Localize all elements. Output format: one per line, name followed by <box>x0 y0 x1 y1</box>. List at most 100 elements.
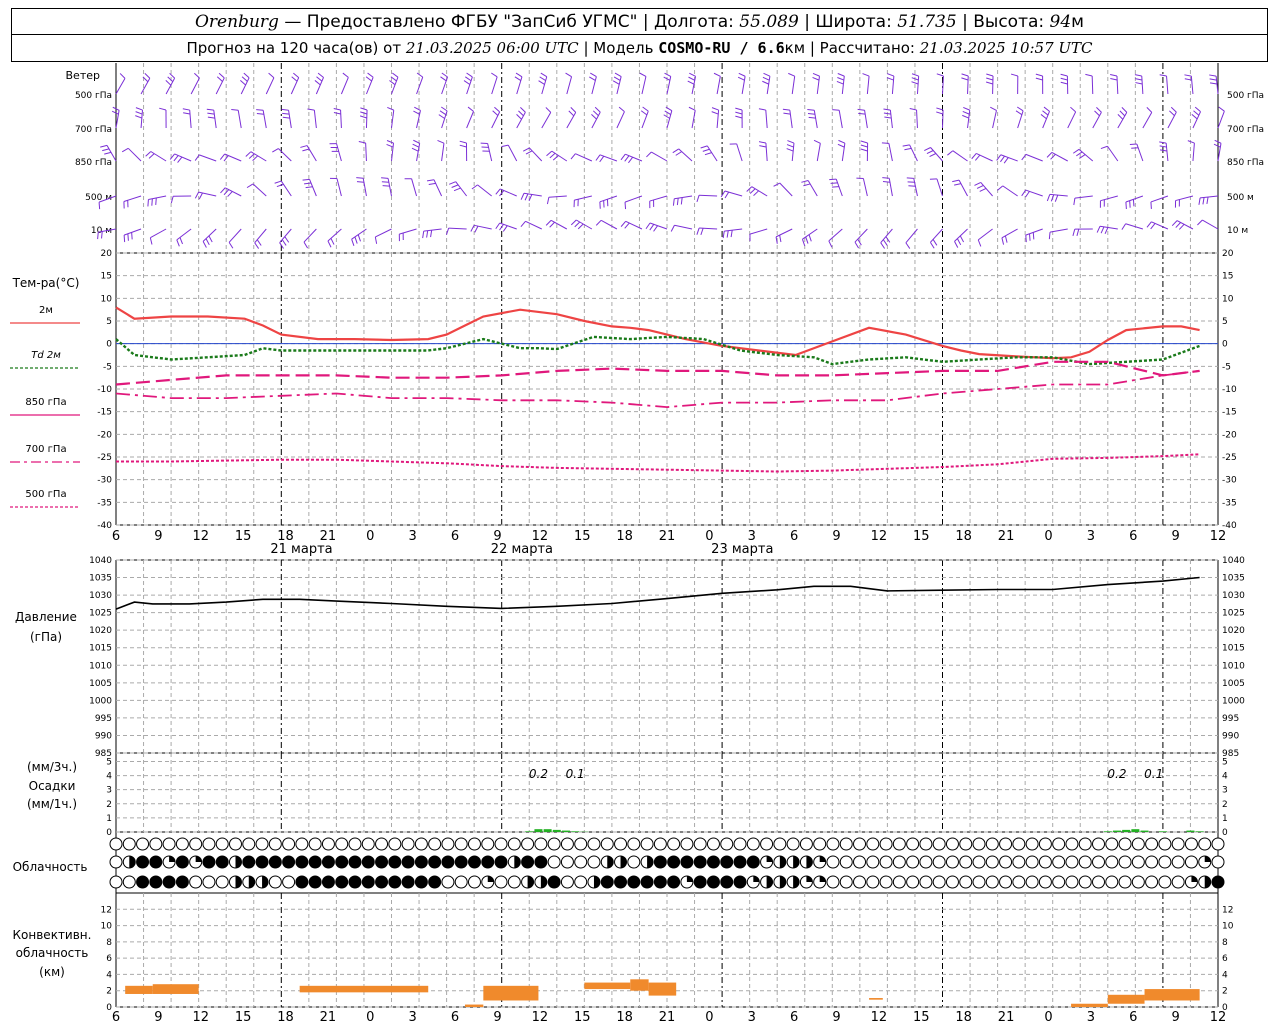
cloud-cover-symbol <box>175 837 189 851</box>
wind-barb-flag <box>314 80 321 86</box>
wind-barb-staff <box>550 219 568 230</box>
wind-barb-flag <box>832 109 840 111</box>
cloud-cover-symbol <box>467 855 481 869</box>
cloud-circle <box>215 855 229 869</box>
wind-barb-staff <box>930 228 943 243</box>
cloud-cover-symbol <box>667 855 681 869</box>
wind-barb-flag <box>227 191 233 197</box>
wind-barb-flag <box>449 181 456 185</box>
wind-barb-flag <box>711 107 719 111</box>
wind-barb-flag <box>165 79 172 86</box>
wind-barb-flag <box>962 110 970 115</box>
precip-tick-left: 4 <box>106 772 112 782</box>
time-tick-label: 12 <box>1210 529 1227 544</box>
wind-barb-staff <box>765 110 768 129</box>
cloud-cover-symbol <box>786 855 800 869</box>
temp-tick-left: -5 <box>103 362 112 372</box>
wind-barb-staff <box>466 111 474 129</box>
precip-bar <box>534 829 543 832</box>
wind-barb-staff <box>127 147 142 162</box>
cloud-circle <box>441 837 455 851</box>
wind-barb-staff <box>448 227 467 230</box>
wind-barb-flag <box>1121 223 1127 230</box>
cloud-cover-symbol <box>375 855 389 869</box>
wind-level-right: 500 гПа <box>1227 91 1264 101</box>
temp-tick-right: -10 <box>1222 385 1237 395</box>
wind-barb-flag <box>173 155 179 162</box>
wind-barb-flag <box>909 107 917 111</box>
wind-barb-flag <box>467 106 474 112</box>
time-tick-label: 12 <box>871 1010 888 1024</box>
cloud-circle <box>906 837 920 851</box>
cloud-circle <box>680 855 694 869</box>
wind-barb-flag <box>936 73 944 77</box>
wind-barb-flag <box>961 73 969 77</box>
cloud-cover-symbol <box>1158 855 1172 869</box>
wind-barb-flag <box>1072 228 1076 236</box>
wind-barb-staff <box>1074 195 1093 199</box>
cloud-circle <box>879 875 893 889</box>
cloud-circle <box>534 855 548 869</box>
wind-barb-flag <box>696 227 700 235</box>
cloud-cover-symbol <box>1092 855 1106 869</box>
wind-level-left: 500 гПа <box>75 91 112 101</box>
cloud-cover-symbol <box>879 875 893 889</box>
wind-barb-flag <box>101 231 103 239</box>
wind-barb-flag <box>1016 106 1024 112</box>
wind-barb-flag <box>1213 143 1221 148</box>
cloud-circle <box>401 855 415 869</box>
time-tick-label: 15 <box>574 529 591 544</box>
wind-barb-staff <box>1100 195 1118 202</box>
cloud-circle <box>481 837 495 851</box>
cloud-cover-symbol <box>481 875 495 889</box>
conv-cloud-bar <box>125 985 153 994</box>
wind-barb-flag <box>653 225 658 232</box>
wind-barb-staff <box>1166 76 1169 95</box>
wind-barb-staff <box>862 178 868 197</box>
wind-barb-staff <box>441 143 445 162</box>
wind-barb-flag <box>628 156 634 164</box>
wind-barb-flag <box>753 190 759 196</box>
wind-barb-staff <box>967 75 969 95</box>
cloud-cover-symbol <box>720 875 734 889</box>
wind-barb-flag <box>954 183 962 186</box>
wind-barb-flag <box>594 106 601 113</box>
pressure-tick-right: 1040 <box>1222 556 1245 566</box>
cloud-cover-symbol <box>1038 875 1052 889</box>
wind-barb-flag <box>904 147 912 151</box>
cloud-cover-symbol <box>547 855 561 869</box>
cloud-quarter-fill <box>819 856 826 862</box>
wind-barb-staff <box>889 110 893 129</box>
wind-barb-flag <box>514 76 522 82</box>
cloud-circle <box>441 855 455 869</box>
cloud-circle <box>401 837 415 851</box>
cloud-circle <box>667 875 681 889</box>
wind-barb-flag <box>807 109 815 111</box>
wind-barb-staff <box>816 143 821 162</box>
wind-barb-staff <box>699 194 718 197</box>
wind-barb-flag <box>281 239 287 246</box>
cloud-cover-symbol <box>1012 837 1026 851</box>
wind-barb-flag <box>1159 141 1167 144</box>
wind-level-right: 10 м <box>1227 226 1248 236</box>
wind-barb-flag <box>1010 73 1018 77</box>
conv-cloud-bar <box>869 998 883 1000</box>
time-tick-label: 18 <box>277 1010 294 1024</box>
wind-barb-staff <box>749 228 768 235</box>
wind-barb-flag <box>342 72 349 78</box>
wind-barb-flag <box>724 191 730 199</box>
precip-bar <box>552 829 561 832</box>
temp-tick-right: -25 <box>1222 453 1237 463</box>
cloud-cover-symbol <box>507 855 521 869</box>
cloud-cover-symbol <box>162 855 176 869</box>
wind-barb-flag <box>1209 82 1218 85</box>
cloud-circle <box>295 875 309 889</box>
pressure-tick-left: 1020 <box>89 626 112 636</box>
wind-barb-flag <box>1060 81 1068 85</box>
cloud-circle <box>1012 837 1026 851</box>
time-tick-label: 12 <box>192 1010 209 1024</box>
cloud-circle <box>149 837 163 851</box>
wind-barb-staff <box>362 178 367 197</box>
cloud-circle <box>786 837 800 851</box>
time-tick-label: 21 <box>320 1010 337 1024</box>
